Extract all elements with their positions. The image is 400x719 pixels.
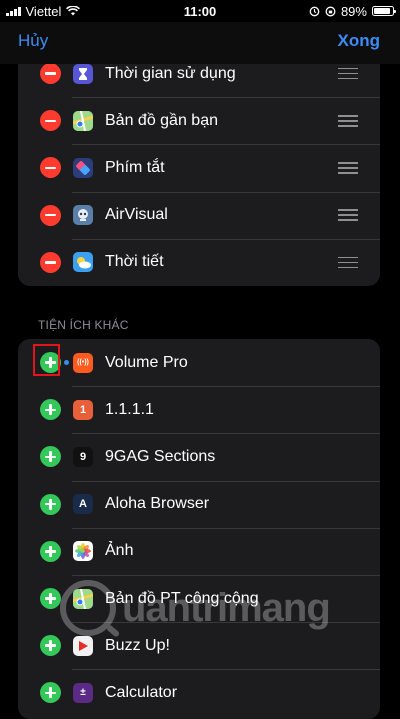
widget-label: 9GAG Sections xyxy=(105,447,216,465)
aloha-icon: A xyxy=(73,494,93,515)
widget-row[interactable]: Bản đồ gần bạn xyxy=(18,97,380,144)
plus-icon xyxy=(45,640,56,652)
plus-icon xyxy=(45,545,56,557)
widget-label: Bản đồ PT công cộng xyxy=(105,589,259,607)
plus-icon xyxy=(45,593,56,605)
minus-icon xyxy=(45,72,56,75)
minus-icon xyxy=(45,261,56,264)
widget-row[interactable]: AirVisual xyxy=(18,191,380,239)
reorder-handle-icon[interactable] xyxy=(338,115,358,127)
carrier-label: Viettel xyxy=(25,3,62,19)
plus-icon xyxy=(45,687,56,699)
widget-label: Phím tắt xyxy=(105,158,165,176)
airvisual-icon xyxy=(73,205,93,226)
photos-icon xyxy=(73,541,93,562)
widget-row[interactable]: 9 9GAG Sections xyxy=(18,433,380,480)
remove-widget-button[interactable] xyxy=(40,204,61,226)
icon-glyph: 1 xyxy=(79,403,87,416)
widget-row[interactable]: A Aloha Browser xyxy=(18,480,380,528)
add-widget-button[interactable] xyxy=(40,540,61,562)
widget-row[interactable]: ((•)) Volume Pro xyxy=(18,339,380,386)
widget-row[interactable]: Phím tắt xyxy=(18,144,380,191)
add-widget-button[interactable] xyxy=(40,635,61,657)
widget-label: Ảnh xyxy=(105,542,134,560)
icon-glyph: ± xyxy=(80,687,86,699)
cancel-button[interactable]: Hủy xyxy=(18,31,48,51)
volume-pro-icon: ((•)) xyxy=(73,352,93,373)
widget-label: 1.1.1.1 xyxy=(105,400,154,418)
reorder-handle-icon[interactable] xyxy=(338,256,358,269)
highlight-box xyxy=(33,344,60,376)
status-time: 11:00 xyxy=(183,3,217,19)
widget-row[interactable]: Thời tiết xyxy=(18,238,380,286)
widget-row[interactable]: Bản đồ PT công cộng xyxy=(18,574,380,622)
widget-label: Buzz Up! xyxy=(105,636,170,654)
buzzup-icon xyxy=(73,635,93,656)
widget-row[interactable]: ± Calculator xyxy=(18,669,380,716)
remove-widget-button[interactable] xyxy=(40,110,61,132)
reorder-handle-icon[interactable] xyxy=(338,67,358,80)
plus-icon xyxy=(45,451,56,463)
add-widget-button[interactable] xyxy=(40,399,61,421)
minus-icon xyxy=(45,166,56,170)
minus-icon xyxy=(45,119,56,123)
add-widget-button[interactable] xyxy=(40,588,61,610)
wifi-icon xyxy=(66,6,81,16)
icon-glyph: ((•)) xyxy=(77,359,89,367)
battery-fill xyxy=(373,8,390,14)
remove-widget-button[interactable] xyxy=(40,63,61,85)
calculator-icon: ± xyxy=(73,682,93,703)
reorder-handle-icon[interactable] xyxy=(338,162,358,174)
alarm-icon xyxy=(309,6,320,16)
status-left: Viettel xyxy=(6,4,146,19)
signal-icon xyxy=(6,6,21,16)
plus-icon xyxy=(45,404,56,416)
icon-glyph: 9 xyxy=(79,450,87,463)
more-widgets-list: ((•)) Volume Pro 1 1.1.1.1 9 9GAG Sections A Al… xyxy=(18,339,380,719)
maps-icon xyxy=(73,110,93,131)
weather-icon xyxy=(73,252,93,273)
shortcuts-icon xyxy=(73,157,93,178)
minus-icon xyxy=(45,213,56,217)
remove-widget-button[interactable] xyxy=(40,251,61,273)
widget-label: AirVisual xyxy=(105,206,168,224)
battery-icon xyxy=(371,6,396,16)
transit-maps-icon xyxy=(73,588,93,609)
widget-row[interactable]: 1 1.1.1.1 xyxy=(18,386,380,433)
hourglass-icon xyxy=(73,63,93,84)
widget-label: Thời tiết xyxy=(105,253,164,271)
warp-icon: 1 xyxy=(73,399,93,420)
add-widget-button[interactable] xyxy=(40,493,61,515)
rotation-lock-icon xyxy=(325,6,336,16)
status-right: 89% xyxy=(254,3,396,19)
9gag-icon: 9 xyxy=(73,446,93,467)
widget-label: Bản đồ gần bạn xyxy=(105,111,218,129)
widget-row[interactable]: Buzz Up! xyxy=(18,622,380,669)
plus-icon xyxy=(45,498,56,510)
widget-label: Volume Pro xyxy=(105,353,188,371)
status-bar: Viettel 11:00 89% xyxy=(0,0,400,22)
new-indicator-dot xyxy=(64,360,69,365)
widget-label: Aloha Browser xyxy=(105,495,210,513)
section-header: TIỆN ÍCH KHÁC xyxy=(38,318,129,332)
widget-label: Calculator xyxy=(105,683,178,701)
add-widget-button[interactable] xyxy=(40,682,61,704)
battery-percent: 89% xyxy=(340,3,367,19)
reorder-handle-icon[interactable] xyxy=(338,209,358,221)
add-widget-button[interactable] xyxy=(40,446,61,468)
icon-glyph: A xyxy=(79,498,87,511)
active-widgets-list: Thời gian sử dụng Bản đồ gần bạn Phím tắt A… xyxy=(18,50,380,286)
remove-widget-button[interactable] xyxy=(40,157,61,179)
widget-row[interactable]: Ảnh xyxy=(18,527,380,575)
done-button[interactable]: Xong xyxy=(338,31,381,51)
widget-label: Thời gian sử dụng xyxy=(105,64,236,82)
navigation-bar: Hủy Xong xyxy=(0,22,400,64)
